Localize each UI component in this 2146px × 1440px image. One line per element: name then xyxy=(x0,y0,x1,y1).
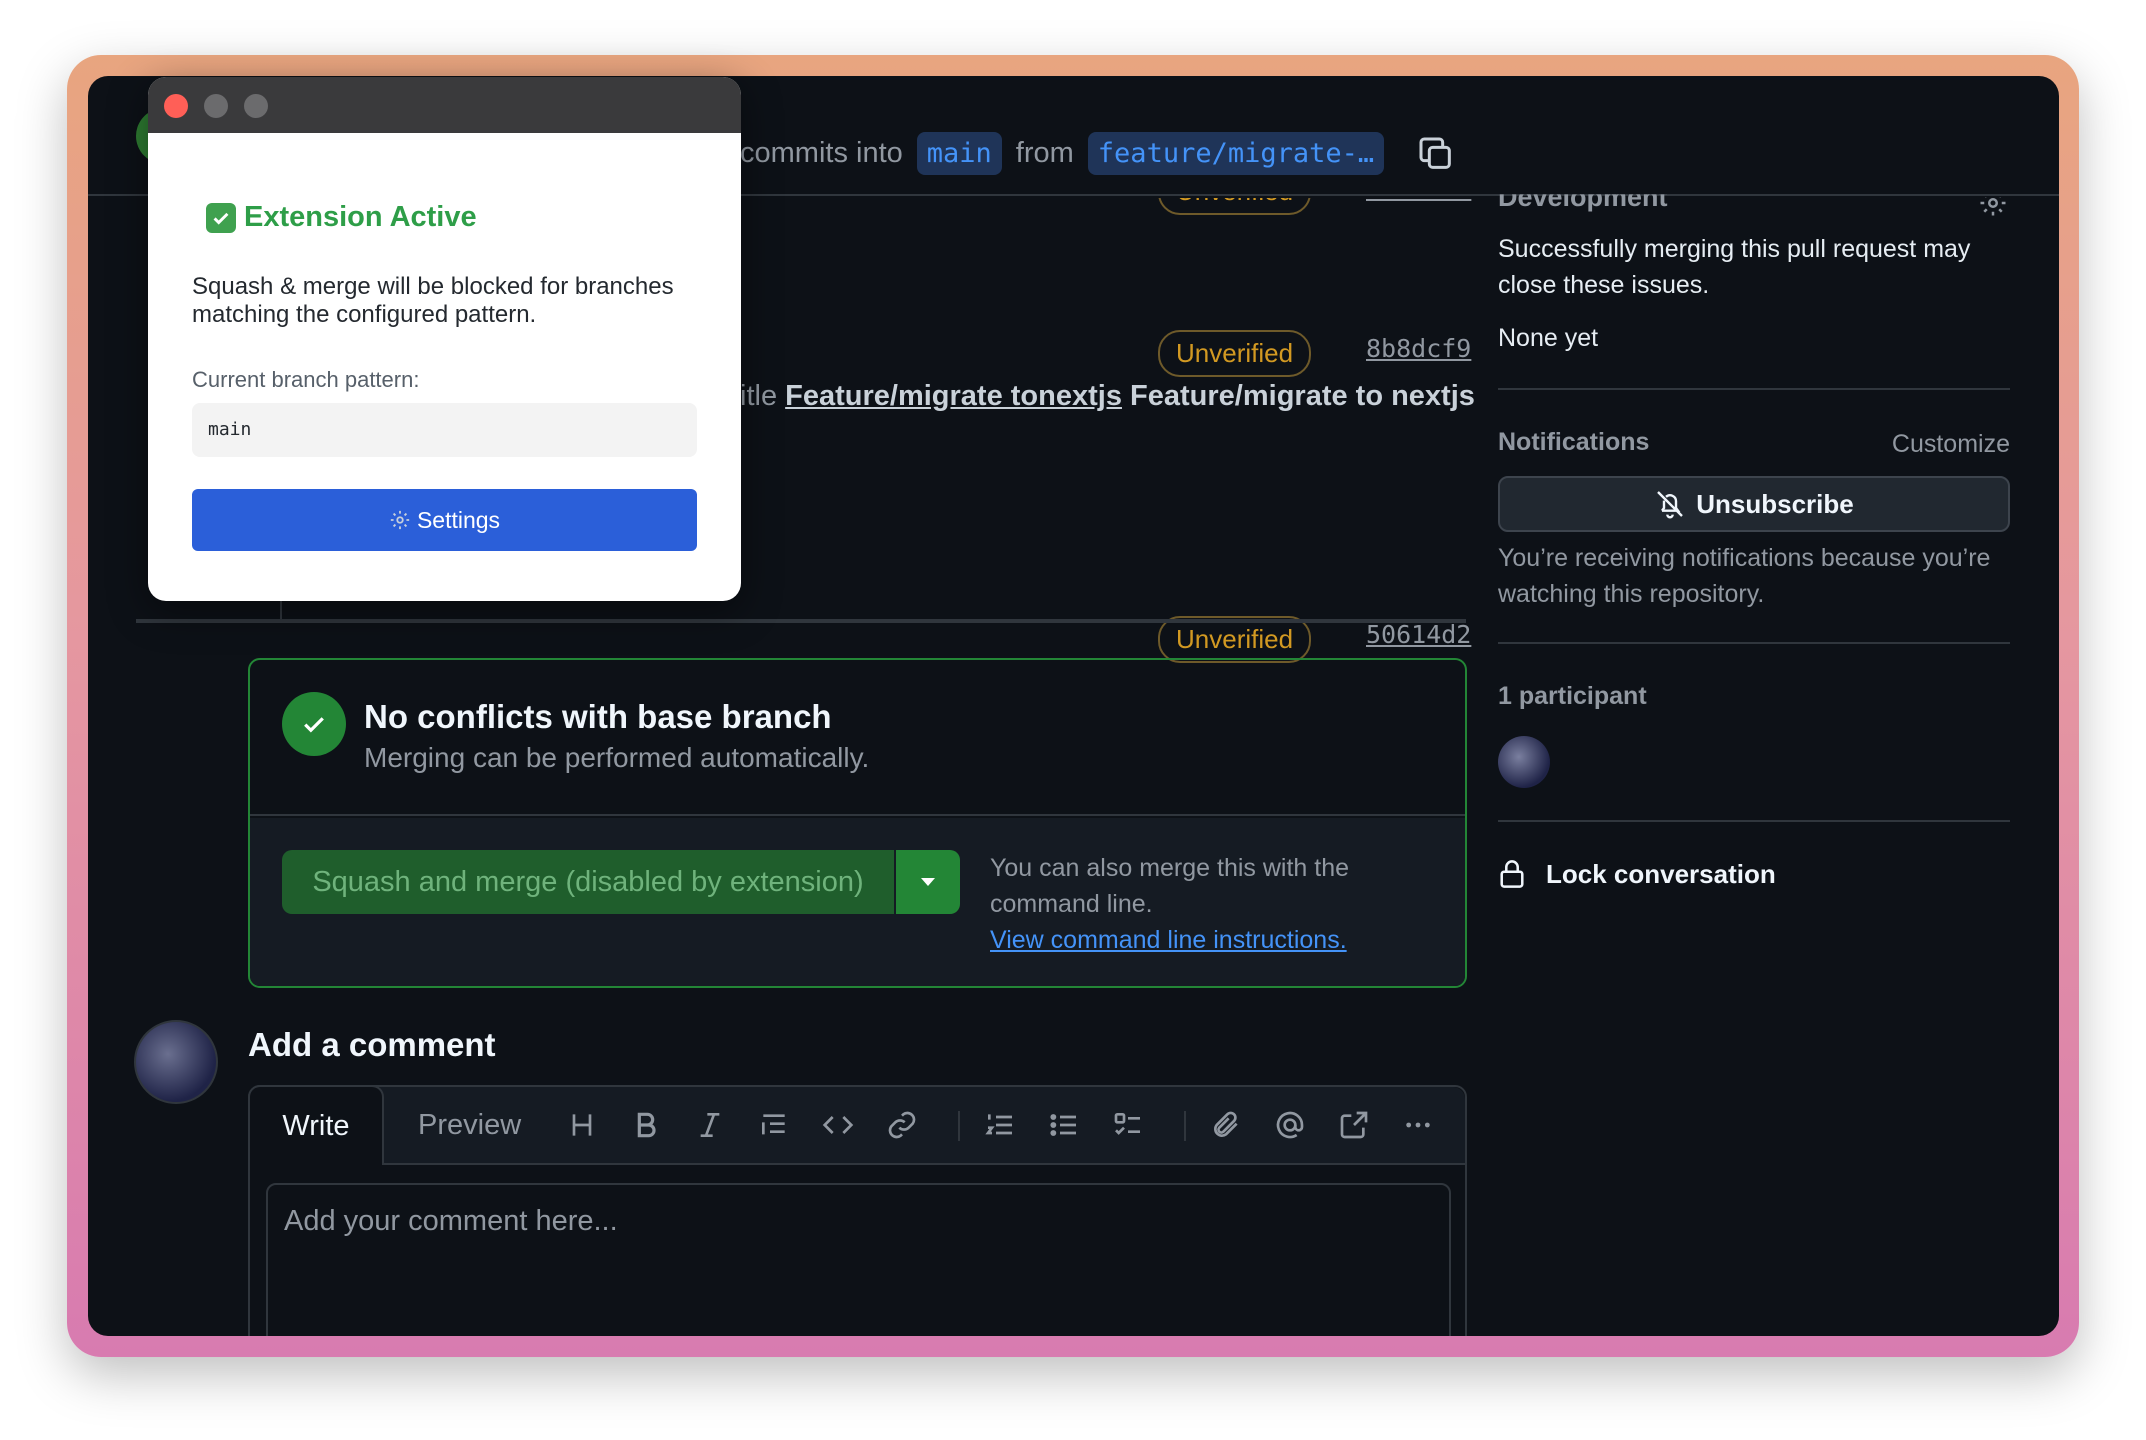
merge-method-dropdown[interactable] xyxy=(896,850,960,914)
sidebar-divider xyxy=(1498,642,2010,644)
commit-sha[interactable]: 8b8dcf9 xyxy=(1366,334,1471,363)
comment-editor: Write Preview Add your comment here... xyxy=(248,1085,1467,1336)
squash-merge-button[interactable]: Squash and merge (disabled by extension) xyxy=(282,850,894,914)
pr-branch-line: commits into main from feature/migrate-… xyxy=(740,132,1456,175)
task-list-icon[interactable] xyxy=(1108,1105,1148,1145)
minimize-button[interactable] xyxy=(204,94,228,118)
notifications-heading: Notifications xyxy=(1498,428,1650,456)
caret-down-icon xyxy=(921,878,935,886)
commit-title: itle Feature/migrate tonextjs Feature/mi… xyxy=(740,380,1475,413)
notification-reason: You’re receiving notifications because y… xyxy=(1498,544,1991,608)
toolbar-divider xyxy=(958,1111,960,1141)
attach-icon[interactable] xyxy=(1206,1105,1246,1145)
development-text: Successfully merging this pull request m… xyxy=(1498,235,1971,299)
bell-slash-icon xyxy=(1657,491,1684,519)
maximize-button[interactable] xyxy=(244,94,268,118)
head-branch[interactable]: feature/migrate-… xyxy=(1087,132,1385,175)
commit-sha[interactable]: 50614d2 xyxy=(1366,620,1471,649)
quote-icon[interactable] xyxy=(754,1105,794,1145)
merge-box: No conflicts with base branch Merging ca… xyxy=(248,658,1467,988)
lock-conversation-button[interactable]: Lock conversation xyxy=(1498,858,1776,890)
extension-popup: Extension Active Squash & merge will be … xyxy=(148,77,741,601)
command-line-text: You can also merge this with the command… xyxy=(990,854,1350,918)
check-circle-icon xyxy=(282,692,346,756)
toolbar-divider xyxy=(1184,1111,1186,1141)
none-yet-text: None yet xyxy=(1498,324,1599,352)
code-icon[interactable] xyxy=(818,1105,858,1145)
sidebar-divider xyxy=(1498,820,2010,822)
avatar[interactable] xyxy=(134,1020,218,1104)
pattern-field[interactable]: main xyxy=(192,403,697,457)
verified-badge: Unverified xyxy=(1158,198,1312,215)
bullet-list-icon[interactable] xyxy=(1044,1105,1084,1145)
timeline-separator xyxy=(136,619,1466,623)
from-text: from xyxy=(1015,137,1074,169)
pattern-label: Current branch pattern: xyxy=(192,367,420,392)
commits-into-text: commits into xyxy=(740,137,903,169)
add-comment-heading: Add a comment xyxy=(248,1026,496,1063)
popup-titlebar xyxy=(148,77,741,133)
lock-conversation-label: Lock conversation xyxy=(1546,858,1776,889)
participants-heading: 1 participant xyxy=(1498,682,1647,710)
tab-preview[interactable]: Preview xyxy=(418,1109,521,1142)
extension-description: Squash & merge will be blocked for branc… xyxy=(192,273,674,328)
merge-status-title: No conflicts with base branch xyxy=(364,698,832,735)
command-line-hint: You can also merge this with the command… xyxy=(990,850,1410,958)
extension-status-title: Extension Active xyxy=(244,201,477,233)
merge-status-subtitle: Merging can be performed automatically. xyxy=(364,742,870,773)
commit-title-link[interactable]: Feature/migrate tonextjs xyxy=(785,380,1122,412)
tab-write[interactable]: Write xyxy=(248,1085,384,1165)
command-line-link[interactable]: View command line instructions. xyxy=(990,926,1347,954)
checkmark-icon xyxy=(206,202,236,233)
gear-icon xyxy=(390,510,410,530)
settings-button[interactable]: Settings xyxy=(192,489,697,551)
settings-label: Settings xyxy=(416,506,501,533)
base-branch[interactable]: main xyxy=(916,132,1002,175)
participant-avatar[interactable] xyxy=(1498,736,1550,788)
editor-toolbar: Write Preview xyxy=(248,1085,1465,1165)
sidebar-divider xyxy=(1498,388,2010,390)
unsubscribe-label: Unsubscribe xyxy=(1696,488,1854,519)
commit-sha[interactable]: cb5a593 xyxy=(1366,198,1471,203)
mention-icon[interactable] xyxy=(1270,1105,1310,1145)
heading-icon[interactable] xyxy=(562,1105,602,1145)
link-icon[interactable] xyxy=(882,1105,922,1145)
extension-status: Extension Active xyxy=(206,201,477,234)
numbered-list-icon[interactable] xyxy=(980,1105,1020,1145)
copy-icon[interactable] xyxy=(1416,134,1456,174)
close-button[interactable] xyxy=(164,94,188,118)
more-icon[interactable] xyxy=(1398,1105,1438,1145)
merge-status: No conflicts with base branch Merging ca… xyxy=(250,660,1465,816)
unsubscribe-button[interactable]: Unsubscribe xyxy=(1498,476,2010,532)
merge-actions: Squash and merge (disabled by extension)… xyxy=(250,818,1465,986)
commit-title-rest: Feature/migrate to nextjs xyxy=(1130,380,1475,412)
comment-textarea[interactable]: Add your comment here... xyxy=(266,1183,1451,1336)
lock-icon xyxy=(1500,860,1524,888)
commit-title-prefix: itle xyxy=(740,380,778,412)
verified-badge: Unverified xyxy=(1158,330,1312,377)
customize-link[interactable]: Customize xyxy=(1892,426,2010,462)
reference-icon[interactable] xyxy=(1334,1105,1374,1145)
verified-badge: Unverified xyxy=(1158,616,1312,663)
italic-icon[interactable] xyxy=(690,1105,730,1145)
bold-icon[interactable] xyxy=(626,1105,666,1145)
